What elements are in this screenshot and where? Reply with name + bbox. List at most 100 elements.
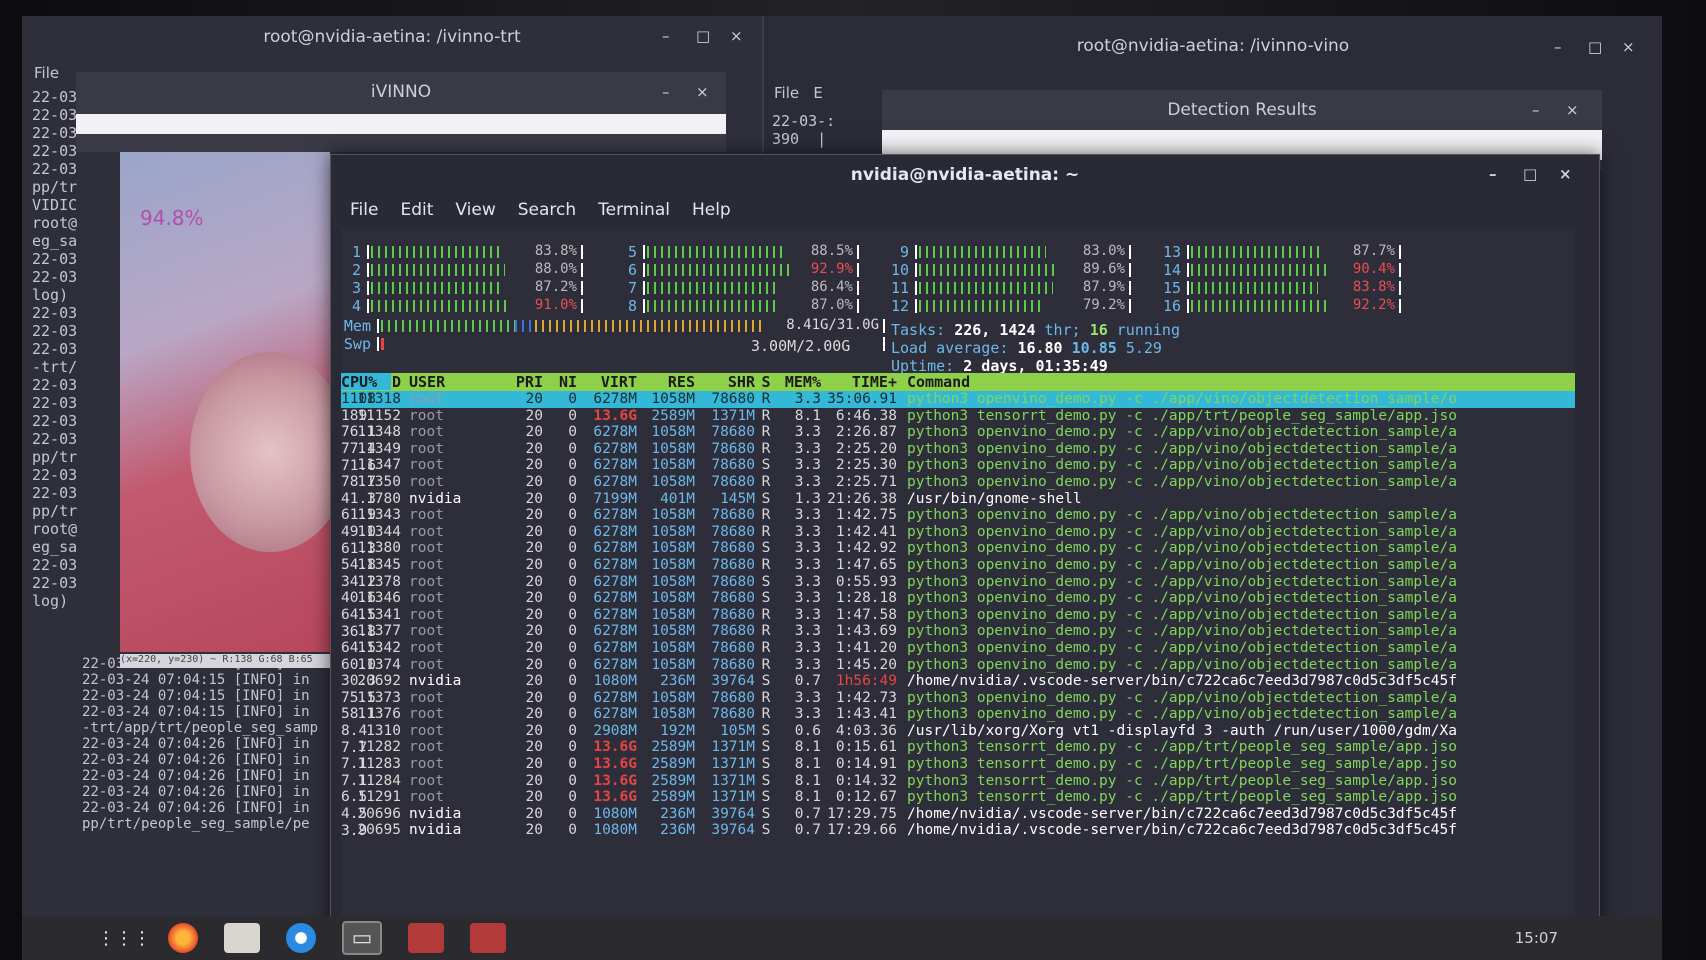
menu-terminal[interactable]: Terminal (587, 200, 681, 220)
cell-s: S (761, 540, 771, 557)
process-row[interactable]: 20695 nvidia 20 0 1080M 236M 39764 S 3.9 0.7 17:29… (341, 822, 1575, 839)
col-time[interactable]: TIME+ (821, 373, 897, 391)
cell-shr: 78680 (711, 507, 755, 524)
mem-bar: 8.41G/31.0G (377, 317, 885, 333)
detection-close-icon[interactable]: × (1566, 101, 1579, 119)
cell-shr: 78680 (711, 473, 755, 490)
mem-meter: Mem 8.41G/31.0G (341, 317, 885, 335)
maximize-icon[interactable]: □ (1588, 38, 1602, 56)
close-icon[interactable]: × (1559, 165, 1572, 183)
cell-time: 1:41.20 (835, 639, 897, 656)
process-row[interactable]: 11378 root 20 0 6278M 1058M 78680 S 34.2 3.3 0:55.… (341, 574, 1575, 591)
cell-s: R (761, 656, 771, 673)
cpu-bar-fill (919, 281, 1054, 294)
cell-s: S (761, 822, 771, 839)
close-icon[interactable]: × (730, 27, 743, 45)
process-row[interactable]: 11152 root 20 0 13.6G 2589M 1371M R 189. 8.1 6:46.… (341, 408, 1575, 425)
window-title-bar[interactable]: root@nvidia-aetina: /ivinno-trt (22, 16, 762, 58)
process-row[interactable]: 20696 nvidia 20 0 1080M 236M 39764 S 4.5 0.7 17:29… (341, 806, 1575, 823)
process-row[interactable]: 11349 root 20 0 6278M 1058M 78680 R 77.4 3.3 2:25.… (341, 441, 1575, 458)
video-app-icon[interactable] (408, 923, 444, 953)
detection-title-bar[interactable]: Detection Results (882, 90, 1602, 130)
process-row[interactable]: 11283 root 20 0 13.6G 2589M 1371M S 7.1 8.1 0:14.9… (341, 756, 1575, 773)
ivinno-window[interactable]: iVINNO – × (76, 72, 726, 152)
cpu-bar: 91.0% (367, 297, 583, 313)
col-mem[interactable]: MEM% (777, 373, 821, 391)
process-row[interactable]: 11346 root 20 0 6278M 1058M 78680 S 40.6 3.3 1:28.… (341, 590, 1575, 607)
process-row[interactable]: 20692 nvidia 20 0 1080M 236M 39764 S 30.3 0.7 1h56… (341, 673, 1575, 690)
process-row[interactable]: 1780 nvidia 20 0 7199M 401M 145M S 41.3 1.3 21:26.… (341, 491, 1575, 508)
process-row[interactable]: 11350 root 20 0 6278M 1058M 78680 R 78.7 3.3 2:25.… (341, 474, 1575, 491)
htop-terminal-window[interactable]: nvidia@nvidia-aetina: ~ – □ × File Edit … (330, 154, 1600, 936)
menu-search[interactable]: Search (507, 200, 587, 220)
col-command[interactable]: Command (897, 373, 1575, 391)
process-row[interactable]: 11377 root 20 0 6278M 1058M 78680 R 36.8 3.3 1:43.… (341, 623, 1575, 640)
cell-cmd: python3 tensorrt_demo.py -c ./app/trt/pe… (907, 756, 1457, 773)
cell-user: root (409, 606, 444, 623)
menu-view[interactable]: View (444, 200, 506, 220)
cell-mem: 3.3 (794, 590, 821, 607)
cell-user: root (409, 656, 444, 673)
process-row[interactable]: 11291 root 20 0 13.6G 2589M 1371M S 6.5 8.1 0:12.6… (341, 789, 1575, 806)
maximize-icon[interactable]: □ (1523, 165, 1537, 183)
remote-desktop-icon[interactable] (286, 923, 316, 953)
process-row[interactable]: 11284 root 20 0 13.6G 2589M 1371M S 7.1 8.1 0:14.3… (341, 773, 1575, 790)
menu-help[interactable]: Help (681, 200, 742, 220)
cpu-percent: 92.2% (1352, 296, 1395, 313)
firefox-icon[interactable] (168, 923, 198, 953)
htop-title-bar[interactable]: nvidia@nvidia-aetina: ~ – □ × (331, 155, 1599, 195)
col-shr[interactable]: SHR (695, 373, 755, 391)
window-title-bar[interactable]: root@nvidia-aetina: /ivinno-vino (764, 16, 1662, 76)
process-table-header[interactable]: PID USER PRI NI VIRT RES SHR S CPU% MEM%… (341, 373, 1575, 391)
ivinno-title-bar[interactable]: iVINNO (76, 72, 726, 112)
minimize-icon[interactable]: – (1554, 38, 1562, 56)
col-cpu[interactable]: CPU% (341, 373, 391, 390)
maximize-icon[interactable]: □ (696, 27, 710, 45)
close-icon[interactable]: × (1622, 38, 1635, 56)
ivinno-minimize-icon[interactable]: – (662, 83, 670, 101)
process-row[interactable]: 11282 root 20 0 13.6G 2589M 1371M S 7.7 8.1 0:15.6… (341, 739, 1575, 756)
process-row[interactable]: 11373 root 20 0 6278M 1058M 78680 R 75.5 3.3 1:42.… (341, 690, 1575, 707)
process-row[interactable]: 11343 root 20 0 6278M 1058M 78680 R 61.9 3.3 1:42.… (341, 507, 1575, 524)
process-row[interactable]: 11318 root 20 0 6278M 1058M 78680 R 1108 3.3 35:06… (341, 391, 1575, 408)
cpu-bar-fill (1191, 281, 1318, 294)
menu-file[interactable]: File (339, 200, 389, 220)
process-row[interactable]: 11341 root 20 0 6278M 1058M 78680 R 64.5 3.3 1:47.… (341, 607, 1575, 624)
col-res[interactable]: RES (637, 373, 695, 391)
menu-edit[interactable]: Edit (389, 200, 444, 220)
cell-s: R (761, 623, 771, 640)
ivinno-close-icon[interactable]: × (696, 83, 709, 101)
process-row[interactable]: 11342 root 20 0 6278M 1058M 78680 R 64.5 3.3 1:41.… (341, 640, 1575, 657)
cell-ni: 0 (568, 473, 577, 490)
htop-body: 1 83.8% 2 88.0% 3 87.2% 4 91.0% 5 88.5% 6 92.9% 7 86.… (341, 229, 1575, 935)
process-row[interactable]: 11347 root 20 0 6278M 1058M 78680 S 71.6 3.3 2:25.… (341, 457, 1575, 474)
cell-ni: 0 (568, 590, 577, 607)
apps-grid-icon[interactable]: ⋮⋮⋮ (97, 923, 151, 953)
detection-minimize-icon[interactable]: – (1532, 101, 1540, 119)
cpu-percent: 88.0% (534, 260, 577, 277)
process-row[interactable]: 11380 root 20 0 6278M 1058M 78680 S 61.3 3.3 1:42.… (341, 540, 1575, 557)
menu-bar[interactable]: File E (774, 84, 823, 102)
cpu-number: 14 (1162, 260, 1181, 279)
col-virt[interactable]: VIRT (577, 373, 637, 391)
process-row[interactable]: 11376 root 20 0 6278M 1058M 78680 R 58.1 3.3 1:43.… (341, 706, 1575, 723)
files-icon[interactable] (224, 923, 260, 953)
col-state[interactable]: S (755, 373, 777, 391)
process-row[interactable]: 1310 root 20 0 2908M 192M 105M S 8.4 0.6 4:03.36/u… (341, 723, 1575, 740)
process-row[interactable]: 11348 root 20 0 6278M 1058M 78680 R 76.1 3.3 2:26.… (341, 424, 1575, 441)
terminal-icon[interactable]: ▭ (342, 921, 382, 955)
load-label: Load average: (891, 339, 1009, 357)
col-ni[interactable]: NI (543, 373, 577, 391)
process-row[interactable]: 11345 root 20 0 6278M 1058M 78680 R 54.8 3.3 1:47.… (341, 557, 1575, 574)
col-user[interactable]: USER (401, 373, 507, 391)
video-app-2-icon[interactable] (470, 923, 506, 953)
process-row[interactable]: 11344 root 20 0 6278M 1058M 78680 R 49.0 3.3 1:42.… (341, 524, 1575, 541)
minimize-icon[interactable]: – (1489, 165, 1497, 183)
process-row[interactable]: 11374 root 20 0 6278M 1058M 78680 R 60.0 3.3 1:45.… (341, 657, 1575, 674)
menu-file[interactable]: File (34, 64, 59, 82)
col-pri[interactable]: PRI (507, 373, 543, 391)
cell-cmd: python3 openvino_demo.py -c ./app/vino/o… (907, 689, 1457, 706)
cell-pri: 20 (525, 739, 543, 756)
minimize-icon[interactable]: – (662, 27, 670, 45)
cell-pri: 20 (525, 756, 543, 773)
